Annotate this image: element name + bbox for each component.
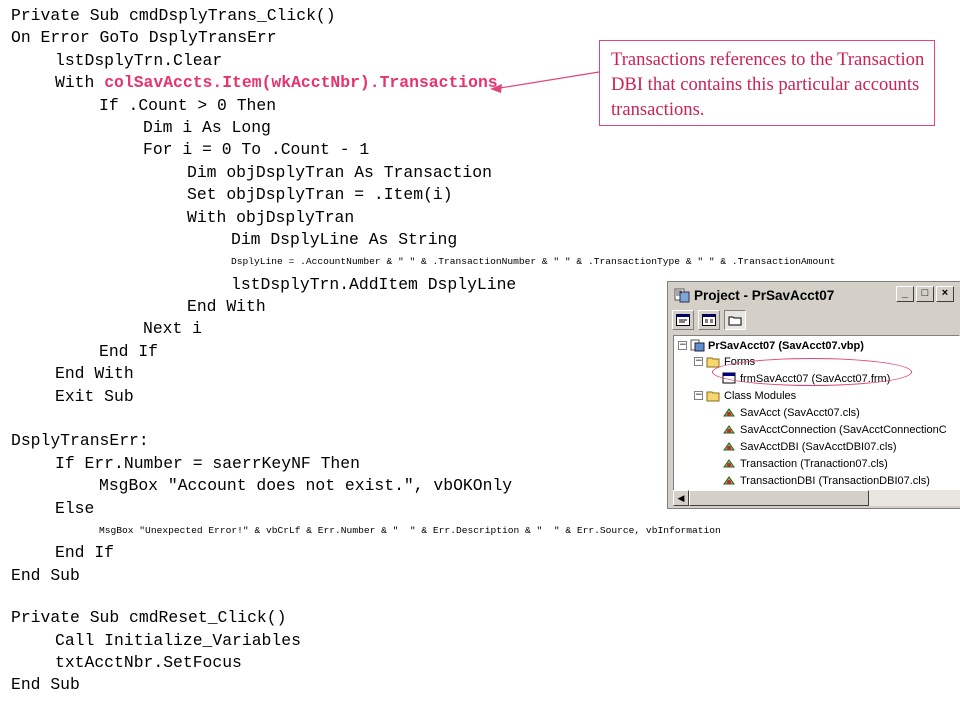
code-text: Set objDsplyTran = .Item(i) (187, 185, 453, 205)
project-node-label: PrSavAcct07 (SavAcct07.vbp) (708, 339, 864, 352)
maximize-button[interactable]: □ (916, 286, 934, 302)
code-text: If .Count > 0 Then (99, 95, 277, 115)
project-tree: − PrSavAcct07 (SavAcct07.vbp) − Forms fr… (673, 335, 960, 491)
horizontal-scrollbar[interactable]: ◀ (673, 490, 960, 506)
class-module-icon (723, 476, 735, 485)
collapse-icon[interactable]: − (694, 391, 703, 400)
code-text: MsgBox "Account does not exist.", vbOKOn… (99, 476, 513, 496)
class-item-label: Transaction (Tranaction07.cls) (740, 457, 888, 470)
code-line: Dim objDsplyTran As Transaction (11, 162, 960, 184)
class-module-icon (723, 459, 735, 468)
close-button[interactable]: × (936, 286, 954, 302)
code-text: txtAcctNbr.SetFocus (55, 652, 242, 672)
code-line: End If (11, 542, 960, 564)
code-text: Else (55, 498, 95, 518)
folder-open-icon (706, 357, 720, 368)
code-text: DsplyTransErr: (11, 431, 149, 451)
code-text: Dim DsplyLine As String (231, 229, 458, 249)
code-line: With objDsplyTran (11, 207, 960, 229)
code-line: Private Sub cmdReset_Click() (11, 607, 960, 629)
code-line: Call Initialize_Variables (11, 630, 960, 652)
collapse-icon[interactable]: − (678, 341, 687, 350)
class-item-label: SavAcct (SavAcct07.cls) (740, 406, 860, 419)
collapse-icon[interactable]: − (694, 357, 703, 366)
project-explorer-window: Project - PrSavAcct07 _ □ × − PrSavAcct0… (667, 281, 960, 509)
view-code-icon (676, 314, 690, 326)
toggle-folders-button[interactable] (724, 310, 746, 330)
tree-node-class[interactable]: SavAcctDBI (SavAcctDBI07.cls) (722, 438, 897, 455)
tree-node-class[interactable]: SavAcctConnection (SavAcctConnectionC (722, 421, 947, 438)
code-text: With objDsplyTran (187, 207, 355, 227)
code-line: DsplyLine = .AccountNumber & " " & .Tran… (11, 251, 960, 273)
code-line: Private Sub cmdDsplyTrans_Click() (11, 5, 960, 27)
code-text: On Error GoTo DsplyTransErr (11, 28, 277, 48)
class-item-label: SavAcctConnection (SavAcctConnectionC (740, 423, 947, 436)
class-module-icon (723, 425, 735, 434)
code-line: End Sub (11, 674, 960, 696)
form-icon (722, 372, 736, 384)
scroll-left-icon[interactable]: ◀ (673, 490, 689, 506)
view-object-icon (702, 314, 716, 326)
tree-node-class-modules[interactable]: − Class Modules (694, 387, 796, 404)
code-text: MsgBox "Unexpected Error!" & vbCrLf & Er… (99, 524, 721, 536)
code-text: With (55, 73, 105, 93)
view-object-button[interactable] (698, 310, 720, 330)
tree-node-form[interactable]: frmSavAcct07 (SavAcct07.frm) (722, 370, 890, 387)
class-modules-folder-label: Class Modules (724, 389, 797, 402)
annotation-callout: Transactions references to the Transacti… (599, 40, 935, 126)
tree-node-class[interactable]: Transaction (Tranaction07.cls) (722, 455, 888, 472)
code-text: Exit Sub (55, 386, 134, 406)
toggle-folders-icon (728, 316, 742, 326)
folder-open-icon (706, 391, 720, 402)
code-line: MsgBox "Unexpected Error!" & vbCrLf & Er… (11, 520, 960, 542)
minimize-button[interactable]: _ (896, 286, 914, 302)
code-line: Dim DsplyLine As String (11, 229, 960, 251)
class-item-label: TransactionDBI (TransactionDBI07.cls) (740, 474, 930, 487)
code-text: For i = 0 To .Count - 1 (143, 140, 370, 160)
code-text: End With (187, 297, 266, 317)
code-text: End If (55, 543, 115, 563)
tree-node-project[interactable]: − PrSavAcct07 (SavAcct07.vbp) (678, 337, 864, 354)
code-text: Private Sub cmdReset_Click() (11, 608, 287, 628)
tree-node-class[interactable]: TransactionDBI (TransactionDBI07.cls) (722, 472, 930, 489)
callout-text: Transactions references to the Transacti… (611, 49, 925, 120)
code-highlight: colSavAccts.Item(wkAcctNbr).Transactions (104, 73, 498, 93)
code-text: End Sub (11, 675, 80, 695)
code-text: Dim i As Long (143, 117, 271, 137)
forms-folder-label: Forms (724, 355, 756, 368)
form-item-label: frmSavAcct07 (SavAcct07.frm) (740, 372, 891, 385)
project-icon (690, 339, 705, 352)
class-module-icon (723, 408, 735, 417)
code-text: lstDsplyTrn.AddItem DsplyLine (231, 274, 517, 294)
code-text: DsplyLine = .AccountNumber & " " & .Tran… (231, 256, 836, 268)
code-text: Call Initialize_Variables (55, 630, 301, 650)
code-text: Dim objDsplyTran As Transaction (187, 162, 492, 182)
code-text: End Sub (11, 565, 80, 585)
scroll-thumb[interactable] (689, 490, 869, 506)
code-line: Set objDsplyTran = .Item(i) (11, 184, 960, 206)
tree-node-forms[interactable]: − Forms (694, 353, 755, 370)
code-line: For i = 0 To .Count - 1 (11, 139, 960, 161)
code-line: End Sub (11, 565, 960, 587)
code-text: End If (99, 341, 159, 361)
project-window-titlebar[interactable]: Project - PrSavAcct07 _ □ × (670, 284, 960, 306)
class-module-icon (723, 442, 735, 451)
class-item-label: SavAcctDBI (SavAcctDBI07.cls) (740, 440, 897, 453)
project-window-title: Project - PrSavAcct07 (694, 287, 835, 303)
view-code-button[interactable] (672, 310, 694, 330)
project-toolbar (672, 308, 746, 332)
code-text: lstDsplyTrn.Clear (55, 50, 223, 70)
code-line: txtAcctNbr.SetFocus (11, 652, 960, 674)
code-text: If Err.Number = saerrKeyNF Then (55, 453, 360, 473)
code-text: End With (55, 364, 134, 384)
code-text: Next i (143, 319, 203, 339)
code-text: Private Sub cmdDsplyTrans_Click() (11, 6, 336, 25)
tree-node-class[interactable]: SavAcct (SavAcct07.cls) (722, 404, 860, 421)
project-window-icon (674, 288, 690, 303)
